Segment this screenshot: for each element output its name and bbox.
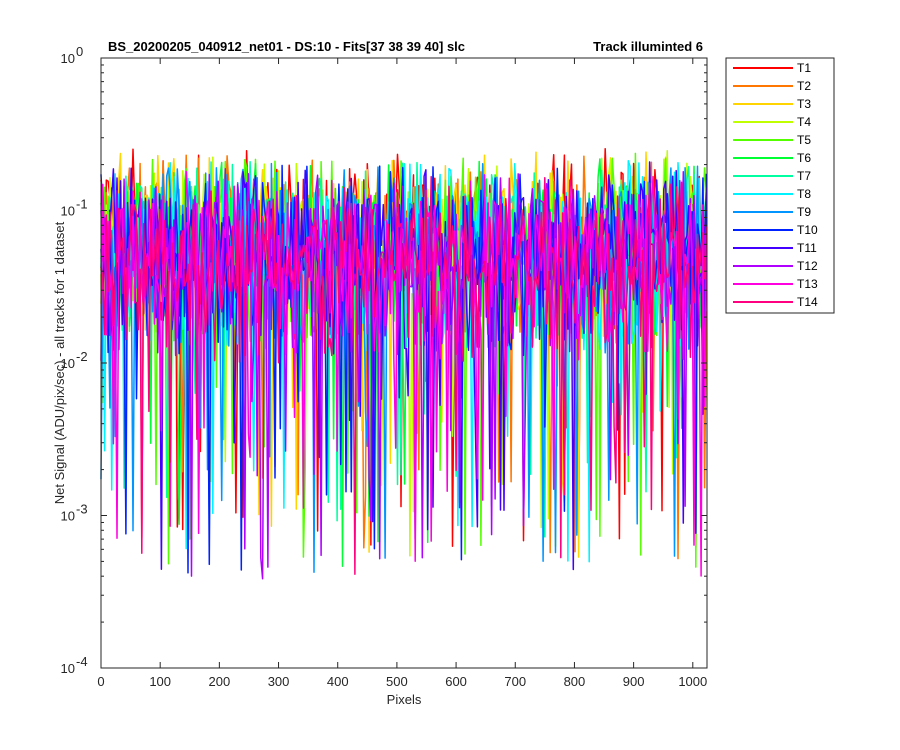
y-tick-label: 10 xyxy=(61,509,75,524)
chart-title: BS_20200205_040912_net01 - DS:10 - Fits[… xyxy=(108,39,465,54)
legend-label-t1: T1 xyxy=(797,61,811,75)
legend-label-t8: T8 xyxy=(797,187,811,201)
x-tick-label: 0 xyxy=(97,674,104,689)
y-tick-label-exponent: -4 xyxy=(76,654,88,669)
x-tick-label: 100 xyxy=(149,674,171,689)
legend-label-t9: T9 xyxy=(797,205,811,219)
legend-label-t10: T10 xyxy=(797,223,818,237)
x-tick-label: 700 xyxy=(504,674,526,689)
y-tick-label-exponent: -2 xyxy=(76,349,88,364)
legend-label-t7: T7 xyxy=(797,169,811,183)
y-tick-label: 10 xyxy=(61,51,75,66)
chart: 0 100 200 300 400 500 600 700 800 900 1000 10 -410-… xyxy=(0,0,900,750)
x-tick-label: 800 xyxy=(564,674,586,689)
legend-label-t3: T3 xyxy=(797,97,811,111)
legend-label-t5: T5 xyxy=(797,133,811,147)
y-tick-label-exponent: -1 xyxy=(76,197,88,212)
y-tick-label: 10 xyxy=(61,661,75,676)
x-axis-title: Pixels xyxy=(387,692,422,707)
legend-label-t11: T11 xyxy=(797,241,817,255)
legend-label-t2: T2 xyxy=(797,79,811,93)
legend: T1 T2 T3 T4 T5 T6 T7 T8 T9 T10 T11 T12 T13 T14 xyxy=(725,57,835,314)
x-tick-label: 500 xyxy=(386,674,408,689)
legend-label-t13: T13 xyxy=(797,277,818,291)
x-tick-label: 200 xyxy=(209,674,231,689)
x-tick-label: 300 xyxy=(268,674,290,689)
legend-label-t6: T6 xyxy=(797,151,811,165)
chart-title-right: Track illuminted 6 xyxy=(593,39,703,54)
x-tick-label: 900 xyxy=(623,674,645,689)
y-axis-title: Net Signal (ADU/pix/sec) - all tracks fo… xyxy=(52,221,67,504)
x-tick-label: 1000 xyxy=(678,674,707,689)
legend-box xyxy=(725,57,835,314)
y-tick-label-exponent: 0 xyxy=(76,44,83,59)
x-tick-label: 400 xyxy=(327,674,349,689)
legend-label-t12: T12 xyxy=(797,259,818,273)
x-tick-label: 600 xyxy=(445,674,467,689)
y-tick-label: 10 xyxy=(61,204,75,219)
legend-label-t14: T14 xyxy=(797,295,818,309)
y-tick-label-exponent: -3 xyxy=(76,502,88,517)
legend-label-t4: T4 xyxy=(797,115,811,129)
